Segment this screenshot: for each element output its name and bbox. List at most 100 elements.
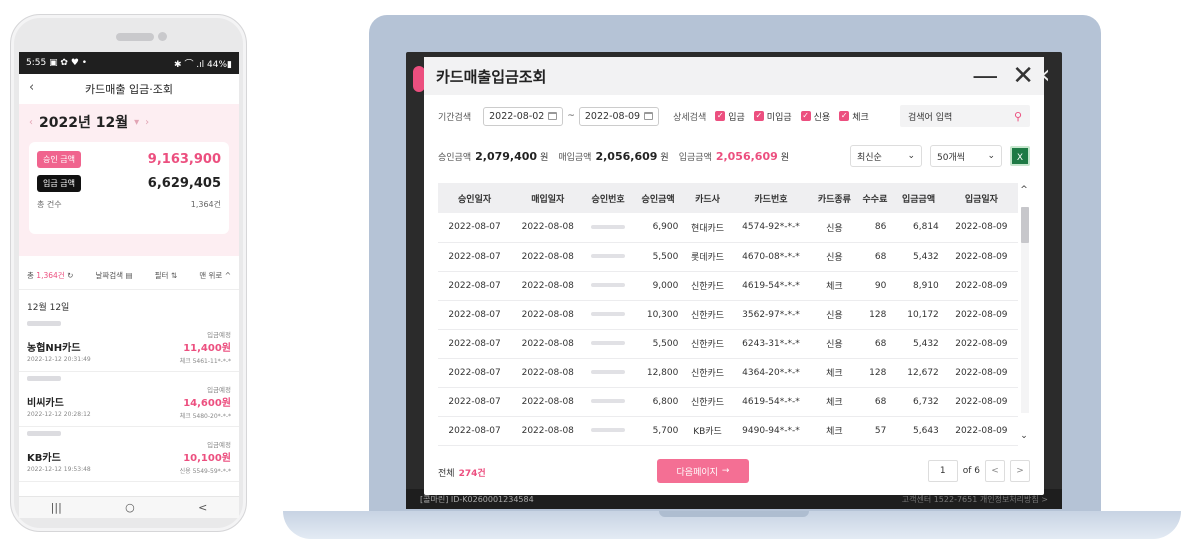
stage: 5:55 ▣ ✿ ♥ • ✱ ⌒ .ıl 44%▮ ‹ 카드매출 입금·조회 ‹… xyxy=(0,0,1181,541)
table-cell: 12,672 xyxy=(892,358,945,388)
table-row[interactable]: 2022-08-07 2022-08-08 5,700 KB카드 9490-94*-*-… xyxy=(438,416,1018,446)
page-number-input[interactable]: 1 xyxy=(927,460,958,482)
total-label: 전체 xyxy=(438,468,455,479)
table-row[interactable]: 2022-08-07 2022-08-08 10,300 신한카드 3562-97*-*… xyxy=(438,300,1018,330)
table-cell xyxy=(584,242,632,272)
scroll-top-button[interactable]: 맨 위로 ^ xyxy=(199,270,231,281)
table-cell: 신한카드 xyxy=(684,358,731,388)
table-cell: 2022-08-09 xyxy=(944,329,1018,359)
table-scrollbar[interactable]: ^ ⌄ xyxy=(1018,183,1030,443)
deposit-amount: 6,629,405 xyxy=(147,176,221,191)
column-header[interactable]: 카드종류 xyxy=(811,183,858,213)
table-cell: 체크 xyxy=(811,387,858,417)
totals-row: 승인금액 2,079,400 원 매입금액 2,056,609 원 입금금액 2… xyxy=(424,127,1044,167)
close-icon[interactable]: ✕ xyxy=(1012,59,1034,93)
back-icon[interactable]: ‹ xyxy=(29,80,34,95)
column-header[interactable]: 입금일자 xyxy=(944,183,1018,213)
column-header[interactable]: 승인일자 xyxy=(438,183,512,213)
column-header[interactable]: 입금금액 xyxy=(892,183,945,213)
approved-amount: 9,163,900 xyxy=(147,152,221,167)
date-search-button[interactable]: 날짜검색 ▤ xyxy=(95,270,132,281)
column-header[interactable]: 승인금액 xyxy=(631,183,685,213)
month-selector: ‹ 2022년 12월 ▾ › xyxy=(29,112,229,132)
filter-button[interactable]: 필터 ⇅ xyxy=(155,270,177,281)
table-cell: 체크 xyxy=(811,358,858,388)
month-dropdown-icon[interactable]: ▾ xyxy=(134,117,139,128)
blurred-approval-number xyxy=(591,312,626,316)
table-cell: 2022-08-08 xyxy=(511,300,585,330)
filter-check-checkbox[interactable]: ✓ 체크 xyxy=(839,110,869,123)
column-header[interactable]: 수수료 xyxy=(857,183,893,213)
card-number: 신용 5549-59*-*-* xyxy=(179,468,231,475)
next-page-button[interactable]: 다음페이지 → xyxy=(657,459,749,483)
phone-device: 5:55 ▣ ✿ ♥ • ✱ ⌒ .ıl 44%▮ ‹ 카드매출 입금·조회 ‹… xyxy=(10,14,247,532)
card-company: 농협NH카드 xyxy=(27,343,81,354)
table-cell: 신용 xyxy=(811,300,858,330)
card-company: KB카드 xyxy=(27,453,61,464)
table-cell: 4670-08*-*-* xyxy=(730,242,812,272)
table-header-row: 승인일자 매입일자 승인번호 승인금액 카드사 카드번호 카드종류 수수료 입금… xyxy=(438,183,1018,213)
table-cell: 신용 xyxy=(811,242,858,272)
transaction-datetime: 2022-12-12 19:53:48 xyxy=(27,466,91,473)
table-row[interactable]: 2022-08-07 2022-08-08 5,500 신한카드 6243-31*-*-… xyxy=(438,329,1018,359)
next-month-icon[interactable]: › xyxy=(145,117,149,128)
table-cell: 12,800 xyxy=(631,358,685,388)
table-row[interactable]: 2022-08-07 2022-08-08 6,800 신한카드 4619-54*-*-… xyxy=(438,387,1018,417)
scroll-up-icon[interactable]: ^ xyxy=(1018,183,1030,197)
search-input[interactable]: 검색어 입력 ⚲ xyxy=(900,105,1030,127)
next-page-icon[interactable]: > xyxy=(1010,460,1030,482)
table-cell: 8,910 xyxy=(892,271,945,301)
sort-select[interactable]: 최신순 ⌄ xyxy=(850,145,922,167)
search-row: 기간검색 2022-08-02 ~ 2022-08-09 상세검색 ✓ 입금 ✓ 미… xyxy=(424,95,1044,127)
table-cell: 2022-08-08 xyxy=(511,387,585,417)
table-cell: 2022-08-08 xyxy=(511,329,585,359)
month-label[interactable]: 2022년 12월 xyxy=(39,112,128,132)
column-header[interactable]: 카드사 xyxy=(684,183,731,213)
column-header[interactable]: 승인번호 xyxy=(584,183,632,213)
page-size-select[interactable]: 50개씩 ⌄ xyxy=(930,145,1002,167)
table-cell: 4619-54*-*-* xyxy=(730,271,812,301)
transaction-item[interactable]: 입금예정 KB카드 10,100원 2022-12-12 19:53:48 신용… xyxy=(19,427,239,482)
table-row[interactable]: 2022-08-07 2022-08-08 6,900 현대카드 4574-92*-*-… xyxy=(438,213,1018,243)
transaction-item[interactable]: 입금예정 비씨카드 14,600원 2022-12-12 20:28:12 체크… xyxy=(19,372,239,427)
transaction-status: 입금예정 xyxy=(207,331,231,339)
table-cell: 2022-08-07 xyxy=(438,358,512,388)
nav-back-icon[interactable]: < xyxy=(198,501,207,514)
blurred-approval-number xyxy=(591,370,626,374)
pagination: 1 of 6 < > xyxy=(927,460,1030,482)
filter-credit-checkbox[interactable]: ✓ 신용 xyxy=(800,110,830,123)
column-header[interactable]: 매입일자 xyxy=(511,183,585,213)
recent-apps-icon[interactable]: ||| xyxy=(51,501,62,514)
minimize-icon[interactable]: — xyxy=(972,59,998,93)
table-row[interactable]: 2022-08-07 2022-08-08 12,800 신한카드 4364-20*-*… xyxy=(438,358,1018,388)
table-row[interactable]: 2022-08-07 2022-08-08 9,000 신한카드 4619-54*-*-… xyxy=(438,271,1018,301)
search-icon[interactable]: ⚲ xyxy=(1014,110,1022,123)
table-cell: 9,000 xyxy=(631,271,685,301)
column-header[interactable]: 카드번호 xyxy=(730,183,812,213)
scroll-thumb[interactable] xyxy=(1021,207,1029,243)
home-icon[interactable]: ○ xyxy=(125,501,135,514)
filter-deposited-checkbox[interactable]: ✓ 입금 xyxy=(715,110,745,123)
transaction-item[interactable]: 입금예정 농협NH카드 11,400원 2022-12-12 20:31:49 … xyxy=(19,317,239,372)
end-date-field[interactable]: 2022-08-09 xyxy=(578,106,660,126)
table-cell: 5,432 xyxy=(892,329,945,359)
blurred-approval-number xyxy=(27,431,61,436)
table-cell: 2022-08-08 xyxy=(511,416,585,446)
table-cell: 신용 xyxy=(811,329,858,359)
prev-month-icon[interactable]: ‹ xyxy=(29,117,33,128)
table-cell: 2022-08-07 xyxy=(438,416,512,446)
table-row[interactable]: 2022-08-07 2022-08-08 5,500 롯데카드 4670-08*-*-… xyxy=(438,242,1018,272)
deposit-table-container: 승인일자 매입일자 승인번호 승인금액 카드사 카드번호 카드종류 수수료 입금… xyxy=(438,183,1030,446)
start-date-field[interactable]: 2022-08-02 xyxy=(483,106,564,126)
blurred-approval-number xyxy=(27,376,61,381)
purchase-total-label: 매입금액 xyxy=(558,152,592,163)
table-cell: 신한카드 xyxy=(684,300,731,330)
scroll-down-icon[interactable]: ⌄ xyxy=(1018,429,1030,443)
table-cell: 5,500 xyxy=(631,329,685,359)
table-cell: 3562-97*-*-* xyxy=(730,300,812,330)
filter-undeposited-checkbox[interactable]: ✓ 미입금 xyxy=(753,110,792,123)
refresh-icon[interactable]: ↻ xyxy=(67,271,73,280)
excel-download-icon[interactable]: X xyxy=(1010,146,1030,166)
table-cell: 57 xyxy=(857,416,893,446)
prev-page-icon[interactable]: < xyxy=(985,460,1005,482)
